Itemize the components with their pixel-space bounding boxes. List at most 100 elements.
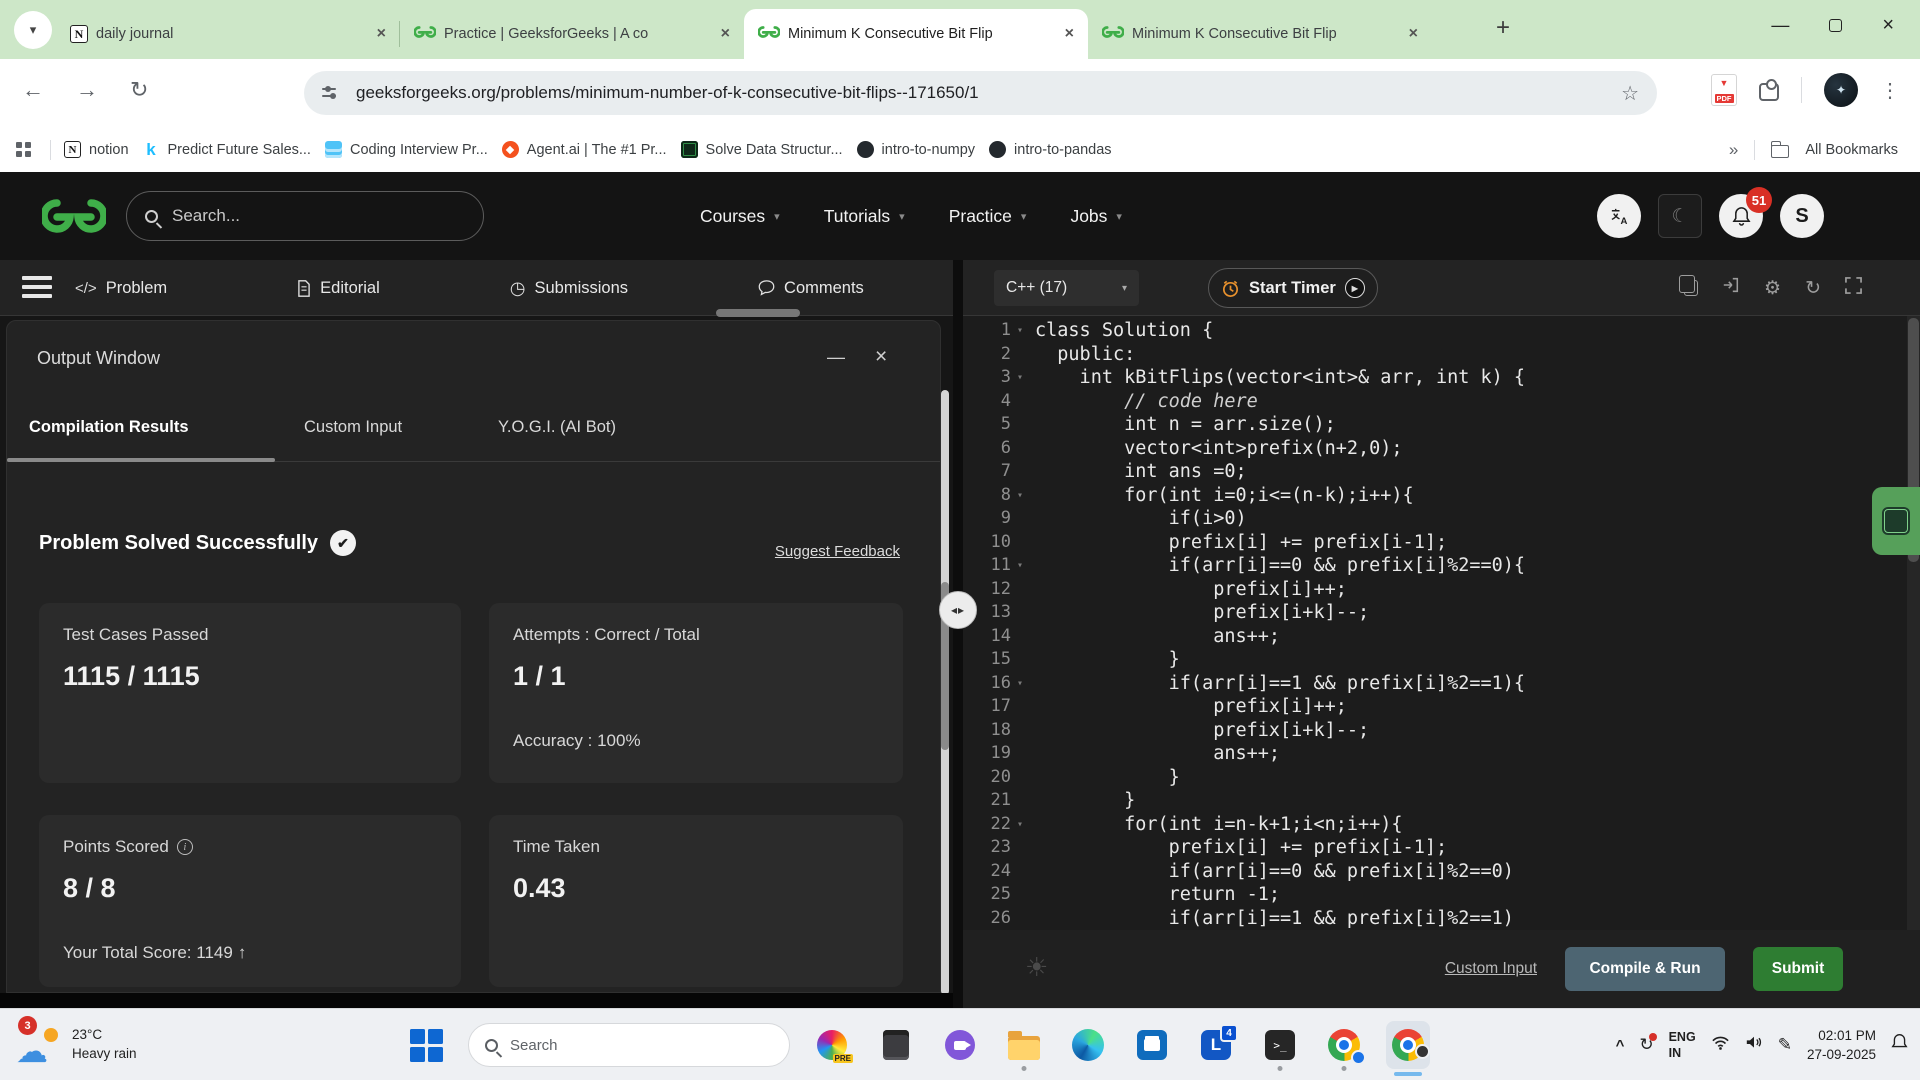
app-chrome-active-icon[interactable] — [1386, 1021, 1430, 1069]
browser-tab[interactable]: Minimum K Consecutive Bit Flip × — [744, 9, 1088, 59]
reload-button[interactable]: ↻ — [130, 77, 148, 103]
extensions-puzzle-icon[interactable] — [1759, 79, 1779, 101]
clock-widget[interactable]: 02:01 PM 27-09-2025 — [1807, 1026, 1876, 1064]
bookmark-item[interactable]: Solve Data Structur... — [680, 141, 843, 158]
all-bookmarks-label[interactable]: All Bookmarks — [1805, 142, 1898, 158]
tab-close-icon[interactable]: × — [717, 25, 734, 43]
copy-code-icon[interactable] — [1679, 275, 1699, 296]
tray-language[interactable]: ENG IN — [1669, 1029, 1696, 1061]
code-line[interactable]: 12 prefix[i]++; — [963, 578, 1906, 602]
forward-button[interactable]: → — [76, 77, 98, 103]
code-line[interactable]: 8 ▾ for(int i=0;i<=(n-k);i++){ — [963, 484, 1906, 508]
nav-item-practice[interactable]: Practice ▾ — [949, 206, 1027, 227]
code-line[interactable]: 22 ▾ for(int i=n-k+1;i<n;i++){ — [963, 813, 1906, 837]
app-terminal-icon[interactable]: >_ — [1258, 1015, 1302, 1075]
code-line[interactable]: 7 int ans =0; — [963, 460, 1906, 484]
start-timer-button[interactable]: Start Timer ▶ — [1208, 268, 1378, 308]
output-close-icon[interactable]: × — [875, 345, 887, 369]
fold-caret-icon[interactable]: ▾ — [1017, 672, 1031, 696]
bookmark-star-icon[interactable]: ☆ — [1621, 81, 1639, 106]
code-line[interactable]: 5 int n = arr.size(); — [963, 413, 1906, 437]
pdf-extension-icon[interactable]: PDF — [1711, 74, 1737, 106]
app-ms-store-icon[interactable] — [1130, 1015, 1174, 1075]
nav-item-jobs[interactable]: Jobs ▾ — [1070, 206, 1122, 227]
gfg-logo-icon[interactable] — [40, 194, 108, 243]
code-line[interactable]: 24 if(arr[i]==0 && prefix[i]%2==0) — [963, 860, 1906, 884]
window-restore-button[interactable] — [1829, 18, 1843, 32]
browser-tab[interactable]: Ndaily journal × — [56, 9, 400, 59]
tab-comments[interactable]: Comments — [758, 279, 864, 298]
start-button[interactable] — [404, 1015, 448, 1075]
output-minimize-icon[interactable]: — — [827, 347, 845, 368]
url-text[interactable]: geeksforgeeks.org/problems/minimum-numbe… — [356, 83, 1605, 103]
output-tab-yogi-bot[interactable]: Y.O.G.I. (AI Bot) — [498, 418, 616, 437]
weather-widget[interactable]: ☁ 3 23°C Heavy rain — [16, 1016, 137, 1070]
tab-problem[interactable]: </> Problem — [75, 279, 167, 298]
code-line[interactable]: 10 prefix[i] += prefix[i-1]; — [963, 531, 1906, 555]
code-line[interactable]: 26 if(arr[i]==1 && prefix[i]%2==1) — [963, 907, 1906, 931]
wifi-icon[interactable] — [1711, 1035, 1730, 1055]
code-line[interactable]: 1 ▾ class Solution { — [963, 319, 1906, 343]
fold-caret-icon[interactable]: ▾ — [1017, 813, 1031, 837]
hamburger-menu-icon[interactable] — [22, 276, 52, 298]
new-tab-button[interactable]: + — [1496, 14, 1510, 42]
code-line[interactable]: 18 prefix[i+k]--; — [963, 719, 1906, 743]
fold-caret-icon[interactable]: ▾ — [1017, 366, 1031, 390]
code-area[interactable]: 1 ▾ class Solution {2 public: 3 ▾ int kBitFl… — [963, 316, 1920, 930]
bookmark-item[interactable]: k Predict Future Sales... — [143, 140, 311, 159]
code-line[interactable]: 15 } — [963, 648, 1906, 672]
nav-item-tutorials[interactable]: Tutorials ▾ — [824, 206, 905, 227]
fold-caret-icon[interactable]: ▾ — [1017, 484, 1031, 508]
code-line[interactable]: 20 } — [963, 766, 1906, 790]
panel-divider[interactable] — [953, 260, 963, 1008]
bookmarks-overflow-icon[interactable]: » — [1729, 140, 1738, 160]
language-select[interactable]: C++ (17) ▾ — [994, 270, 1139, 306]
taskbar-search-input[interactable]: Search — [468, 1023, 790, 1067]
browser-tab[interactable]: Practice | GeeksforGeeks | A co × — [399, 9, 744, 59]
app-edge-icon[interactable] — [1066, 1015, 1110, 1075]
tab-editorial[interactable]: Editorial — [297, 279, 380, 298]
bookmark-item[interactable]: Agent.ai | The #1 Pr... — [501, 141, 667, 158]
app-notepad-icon[interactable] — [874, 1015, 918, 1075]
info-icon[interactable]: i — [176, 839, 193, 855]
import-code-icon[interactable] — [1722, 276, 1740, 300]
code-line[interactable]: 21 } — [963, 789, 1906, 813]
back-button[interactable]: ← — [22, 77, 44, 103]
brightness-sun-icon[interactable]: ☀ — [1025, 952, 1048, 983]
bookmark-item[interactable]: intro-to-numpy — [856, 141, 975, 158]
settings-gear-icon[interactable]: ⚙ — [1764, 277, 1781, 300]
window-minimize-button[interactable]: — — [1771, 15, 1789, 36]
tab-close-icon[interactable]: × — [1061, 25, 1078, 43]
tab-submissions[interactable]: ◷ Submissions — [510, 278, 628, 299]
app-preview-icon[interactable]: PRE — [810, 1015, 854, 1075]
bookmark-item[interactable]: intro-to-pandas — [989, 141, 1112, 158]
translate-icon[interactable]: A — [1597, 194, 1641, 238]
gfg-bot-widget[interactable] — [1872, 487, 1920, 555]
code-line[interactable]: 25 return -1; — [963, 883, 1906, 907]
code-line[interactable]: 16 ▾ if(arr[i]==1 && prefix[i]%2==1){ — [963, 672, 1906, 696]
fold-caret-icon[interactable]: ▾ — [1017, 554, 1031, 578]
window-close-button[interactable]: × — [1882, 14, 1894, 37]
code-line[interactable]: 19 ans++; — [963, 742, 1906, 766]
compile-run-button[interactable]: Compile & Run — [1565, 947, 1725, 991]
panel-resize-handle[interactable]: ◂▸ — [939, 591, 977, 629]
browser-menu-icon[interactable]: ⋮ — [1880, 78, 1900, 103]
user-avatar[interactable]: S — [1780, 194, 1824, 238]
left-hscrollbar-thumb[interactable] — [716, 309, 800, 317]
site-info-icon[interactable] — [322, 85, 340, 101]
app-chrome-profile-icon[interactable] — [1322, 1015, 1366, 1075]
output-tab-custom-input[interactable]: Custom Input — [304, 418, 402, 437]
output-tab-compilation-results[interactable]: Compilation Results — [29, 418, 189, 437]
reset-code-icon[interactable]: ↻ — [1805, 277, 1821, 300]
code-line[interactable]: 11 ▾ if(arr[i]==0 && prefix[i]%2==0){ — [963, 554, 1906, 578]
theme-toggle-moon-icon[interactable]: ☾ — [1658, 194, 1702, 238]
bookmark-item[interactable]: Coding Interview Pr... — [324, 141, 488, 158]
app-file-explorer-icon[interactable] — [1002, 1015, 1046, 1075]
pen-icon[interactable]: ✎ — [1778, 1035, 1792, 1055]
code-line[interactable]: 14 ans++; — [963, 625, 1906, 649]
code-line[interactable]: 9 if(i>0) — [963, 507, 1906, 531]
code-line[interactable]: 3 ▾ int kBitFlips(vector<int>& arr, int k… — [963, 366, 1906, 390]
speaker-icon[interactable] — [1745, 1035, 1763, 1054]
tray-sync-icon[interactable]: ↻ — [1639, 1033, 1657, 1055]
bookmark-item[interactable]: Nnotion — [64, 141, 129, 158]
